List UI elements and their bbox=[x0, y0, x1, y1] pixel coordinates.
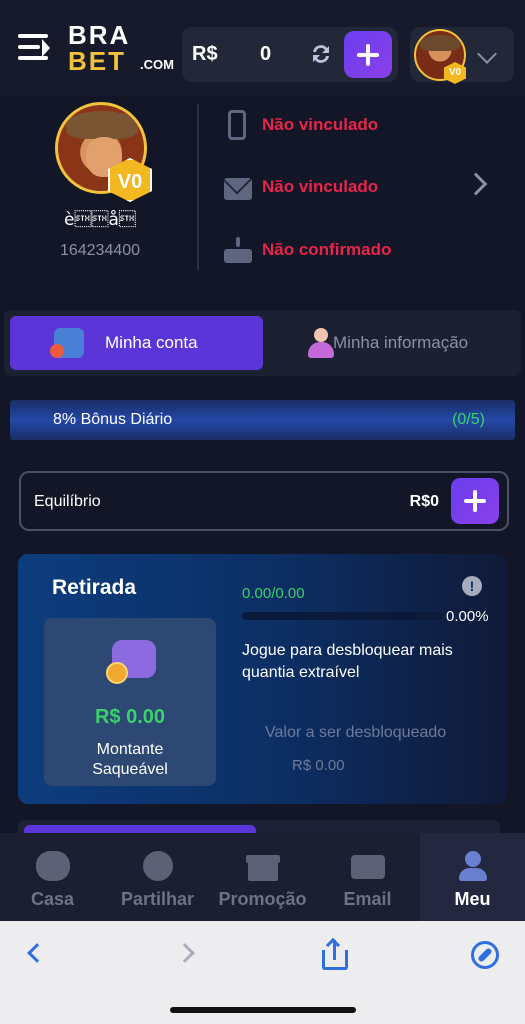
tab-my-account[interactable]: Minha conta bbox=[10, 316, 263, 370]
withdrawal-card: Retirada R$ 0.00 Montante Saqueável 0.00… bbox=[18, 554, 507, 804]
withdrawable-amount: R$ 0.00 bbox=[94, 706, 166, 728]
email-binding[interactable]: Não vinculado bbox=[224, 170, 494, 204]
tab-my-account-label: Minha conta bbox=[105, 333, 198, 352]
username: èå bbox=[64, 210, 136, 230]
refresh-icon[interactable] bbox=[308, 41, 334, 67]
cake-icon bbox=[224, 237, 252, 263]
logo-text-bet: BET bbox=[68, 46, 126, 76]
unlock-label: Valor a ser desbloqueado bbox=[265, 724, 447, 741]
withdrawal-title: Retirada bbox=[52, 576, 137, 599]
browser-share-icon[interactable] bbox=[322, 937, 348, 970]
share-icon bbox=[142, 851, 173, 881]
nav-label: Email bbox=[343, 889, 392, 909]
plus-icon bbox=[464, 490, 486, 512]
birthday-status: Não confirmado bbox=[262, 240, 392, 259]
user-id: 164234400 bbox=[59, 242, 141, 259]
wager-progress-percent: 0.00% bbox=[446, 608, 489, 625]
balance-amount: 0 bbox=[260, 43, 272, 65]
profile-section: V0 èå 164234400 Não vinculado Não vin… bbox=[0, 96, 525, 296]
unlock-value: R$ 0.00 bbox=[292, 757, 345, 774]
person-icon bbox=[305, 328, 335, 358]
nav-item-meu[interactable]: Meu bbox=[420, 833, 525, 921]
email-status: Não vinculado bbox=[262, 177, 379, 196]
gift-icon bbox=[245, 851, 280, 881]
mail-icon bbox=[224, 178, 252, 200]
tab-my-information[interactable]: Minha informação bbox=[267, 316, 515, 370]
user-menu[interactable]: V0 bbox=[410, 27, 514, 84]
divider bbox=[197, 104, 199, 270]
daily-bonus-bar[interactable]: 8% Bônus Diário (0/5) bbox=[10, 400, 515, 440]
info-icon[interactable]: ! bbox=[462, 576, 482, 596]
phone-binding[interactable]: Não vinculado bbox=[224, 108, 494, 142]
wallet-balance: R$ 0 bbox=[182, 27, 398, 82]
logo-text-com: .COM bbox=[140, 57, 174, 72]
nav-label: Partilhar bbox=[120, 889, 195, 909]
purse-icon bbox=[106, 636, 158, 684]
nav-item-casa[interactable]: Casa bbox=[0, 833, 105, 921]
nav-item-partilhar[interactable]: Partilhar bbox=[105, 833, 210, 921]
menu-icon[interactable] bbox=[18, 34, 52, 62]
currency-label: R$ bbox=[192, 43, 218, 65]
daily-bonus-progress: (0/5) bbox=[452, 411, 485, 428]
daily-bonus-label: 8% Bônus Diário bbox=[53, 411, 173, 428]
nav-label: Casa bbox=[30, 889, 75, 909]
balance-row: Equilíbrio R$0 bbox=[19, 471, 509, 531]
phone-status: Não vinculado bbox=[262, 115, 379, 134]
nav-item-email[interactable]: Email bbox=[315, 833, 420, 921]
birthday-binding[interactable]: Não confirmado bbox=[224, 233, 494, 267]
wager-progress-bar bbox=[242, 612, 442, 620]
brand-logo[interactable]: BRA BET .COM bbox=[68, 20, 178, 76]
balance-value: R$0 bbox=[409, 493, 439, 510]
mail-icon bbox=[350, 855, 385, 879]
balance-label: Equilíbrio bbox=[34, 493, 101, 510]
user-icon bbox=[456, 851, 490, 881]
add-balance-button[interactable] bbox=[451, 478, 499, 524]
gamepad-icon bbox=[35, 851, 70, 881]
wager-progress-text: 0.00/0.00 bbox=[242, 585, 305, 602]
bottom-nav: Casa Partilhar Promoção Email Meu bbox=[0, 833, 525, 921]
home-indicator bbox=[170, 1007, 356, 1013]
wallet-icon bbox=[50, 328, 84, 358]
phone-icon bbox=[228, 110, 246, 140]
deposit-button[interactable] bbox=[344, 31, 392, 78]
compass-icon[interactable] bbox=[471, 941, 499, 969]
withdrawable-amount-card[interactable]: R$ 0.00 Montante Saqueável bbox=[44, 618, 216, 786]
plus-icon bbox=[357, 43, 379, 66]
unlock-description: Jogue para desbloquear mais quantia extr… bbox=[242, 642, 453, 681]
top-header: BRA BET .COM R$ 0 V0 bbox=[0, 0, 525, 96]
nav-label: Meu bbox=[454, 889, 491, 909]
nav-label: Promoção bbox=[218, 889, 307, 909]
withdrawable-caption: Montante Saqueável bbox=[92, 741, 168, 778]
tab-my-information-label: Minha informação bbox=[333, 333, 469, 352]
account-tabs: Minha conta Minha informação bbox=[4, 310, 521, 376]
nav-item-promocao[interactable]: Promoção bbox=[210, 833, 315, 921]
chevron-down-icon bbox=[477, 44, 497, 64]
